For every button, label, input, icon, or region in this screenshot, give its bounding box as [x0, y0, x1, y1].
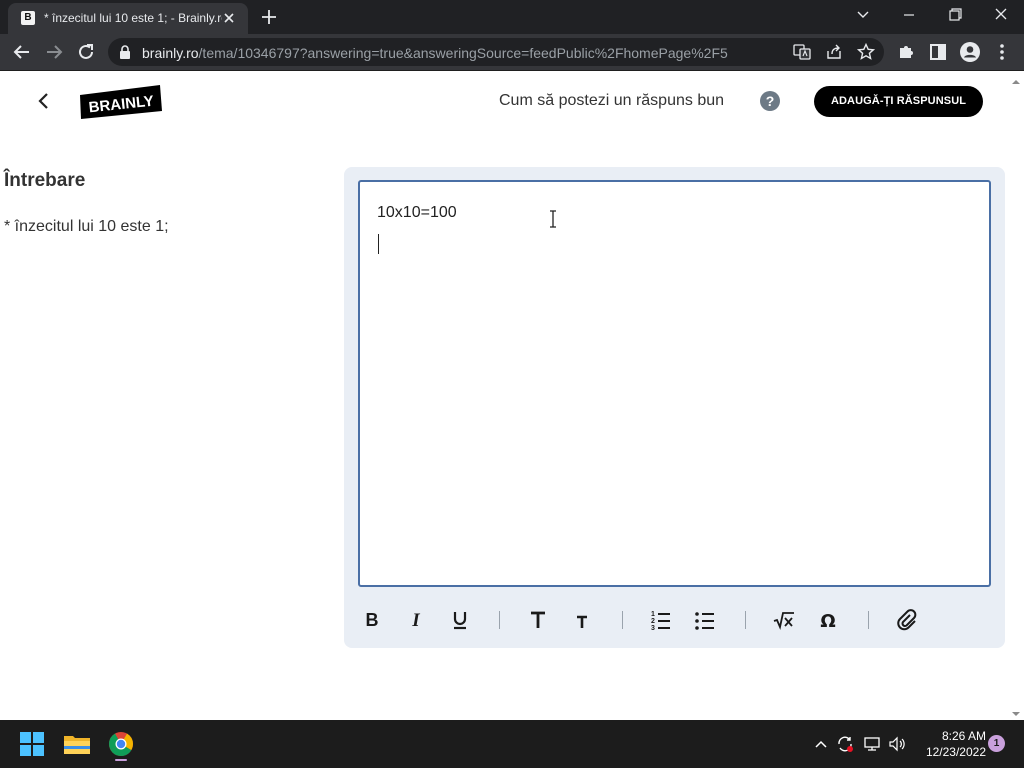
toolbar-divider: [745, 611, 746, 629]
page-scrollbar[interactable]: [1014, 71, 1024, 720]
italic-icon[interactable]: I: [402, 607, 430, 633]
svg-text:2: 2: [651, 618, 655, 625]
network-icon[interactable]: [862, 734, 882, 754]
browser-tab[interactable]: B * înzecitul lui 10 este 1; - Brainly.r…: [8, 3, 248, 34]
translate-icon[interactable]: [792, 42, 812, 62]
url-host: brainly.ro: [142, 45, 199, 61]
toolbar-divider: [499, 611, 500, 629]
url-path: /tema/10346797?answering=true&answeringS…: [198, 45, 728, 61]
system-clock[interactable]: 8:26 AM 12/23/2022: [912, 728, 986, 760]
question-heading: Întrebare: [4, 170, 86, 191]
url-text[interactable]: brainly.ro/tema/10346797?answering=true&…: [142, 45, 782, 61]
profile-avatar-icon[interactable]: [958, 40, 982, 64]
ibeam-cursor-icon: [548, 210, 558, 228]
extensions-puzzle-icon[interactable]: [894, 40, 918, 64]
omega-icon[interactable]: Ω: [814, 607, 842, 633]
square-root-icon[interactable]: [770, 607, 798, 633]
help-icon[interactable]: ?: [760, 91, 780, 111]
subheading-icon[interactable]: [568, 607, 596, 633]
heading-icon[interactable]: [524, 607, 552, 633]
how-to-answer-link[interactable]: Cum să postezi un răspuns bun: [499, 92, 724, 110]
notification-badge[interactable]: 1: [988, 735, 1005, 752]
reload-icon[interactable]: [74, 40, 98, 64]
answer-text-line[interactable]: 10x10=100: [377, 204, 457, 222]
share-icon[interactable]: [824, 42, 844, 62]
bold-icon[interactable]: B: [358, 607, 386, 633]
add-answer-button[interactable]: ADAUGĂ-ȚI RĂSPUNSUL: [814, 86, 983, 117]
svg-text:B: B: [366, 610, 379, 630]
bookmark-star-icon[interactable]: [856, 42, 876, 62]
site-header: BRAINLY Cum să postezi un răspuns bun ? …: [0, 71, 1014, 131]
brainly-favicon-icon: B: [21, 11, 35, 25]
close-window-icon[interactable]: [978, 0, 1024, 30]
ordered-list-icon[interactable]: 123: [647, 607, 675, 633]
windows-taskbar: 8:26 AM 12/23/2022 1: [0, 720, 1024, 768]
volume-icon[interactable]: [887, 734, 907, 754]
brainly-logo[interactable]: BRAINLY: [80, 85, 162, 119]
address-bar[interactable]: brainly.ro/tema/10346797?answering=true&…: [108, 38, 884, 66]
toolbar-divider: [622, 611, 623, 629]
chevron-up-icon[interactable]: [811, 734, 831, 754]
scroll-up-icon[interactable]: [1010, 74, 1022, 84]
attachment-icon[interactable]: [893, 607, 921, 633]
browser-menu-icon[interactable]: [990, 40, 1014, 64]
tab-search-icon[interactable]: [840, 0, 886, 30]
browser-tabstrip: B * înzecitul lui 10 este 1; - Brainly.r…: [0, 0, 1024, 34]
svg-text:Ω: Ω: [820, 611, 835, 632]
browser-toolbar: brainly.ro/tema/10346797?answering=true&…: [0, 34, 1024, 71]
svg-text:3: 3: [651, 625, 655, 632]
back-arrow-icon[interactable]: [10, 40, 34, 64]
toolbar-divider: [868, 611, 869, 629]
side-panel-icon[interactable]: [926, 40, 950, 64]
question-text: * înzecitul lui 10 este 1;: [4, 218, 169, 235]
sync-icon[interactable]: [835, 734, 855, 754]
unordered-list-icon[interactable]: [691, 607, 719, 633]
scroll-down-icon[interactable]: [1010, 706, 1022, 716]
text-caret: [378, 234, 379, 254]
underline-icon[interactable]: [446, 607, 474, 633]
restore-icon[interactable]: [932, 0, 978, 30]
svg-text:I: I: [411, 610, 420, 631]
file-explorer-icon[interactable]: [60, 727, 94, 761]
svg-text:1: 1: [651, 611, 655, 618]
forward-arrow-icon[interactable]: [42, 40, 66, 64]
lock-icon[interactable]: [118, 44, 132, 60]
windows-start-icon[interactable]: [15, 727, 49, 761]
new-tab-icon[interactable]: [258, 6, 280, 28]
back-chevron-icon[interactable]: [32, 89, 56, 113]
chrome-taskbar-icon[interactable]: [104, 727, 138, 761]
clock-time: 8:26 AM: [941, 729, 986, 743]
clock-date: 12/23/2022: [925, 745, 986, 759]
minimize-icon[interactable]: [886, 0, 932, 30]
close-tab-icon[interactable]: [220, 9, 238, 27]
tab-title: * înzecitul lui 10 este 1; - Brainly.ro: [44, 11, 222, 25]
answer-editor[interactable]: [358, 180, 991, 587]
